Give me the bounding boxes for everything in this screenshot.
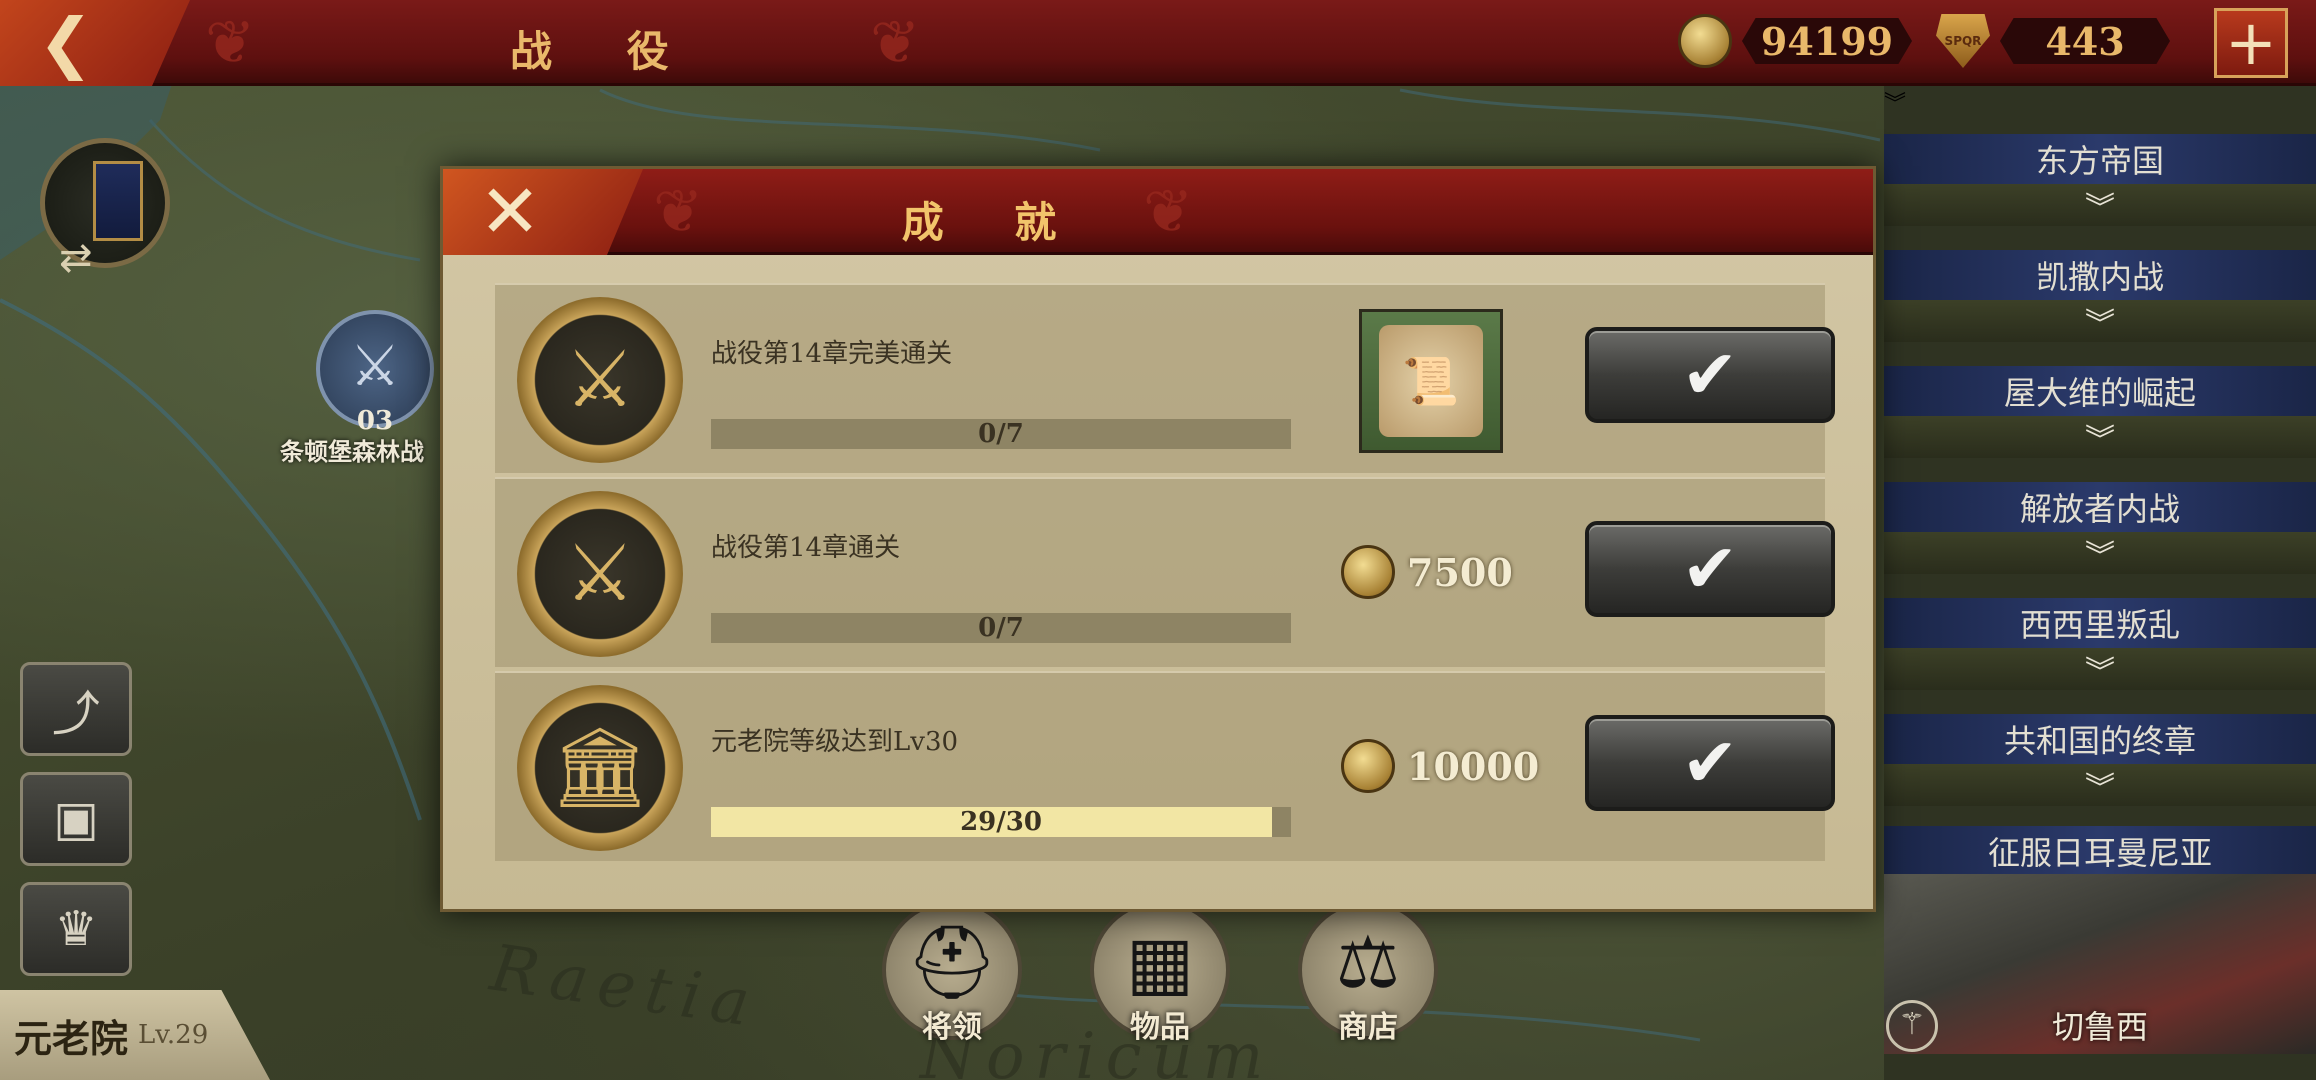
achievement-row: ⚔ 战役第14章通关 0/7 7500 ✔: [495, 477, 1835, 667]
battle-caption: 切鲁西: [2051, 1008, 2148, 1046]
reward-scroll[interactable]: 📜: [1359, 309, 1503, 453]
chapter-item[interactable]: 东方帝国 ︾: [1884, 134, 2316, 226]
back-arrow-icon: ❮: [38, 4, 94, 81]
generals-label: 将领: [922, 1010, 982, 1045]
claim-button[interactable]: ✔: [1585, 715, 1835, 811]
checkmark-icon: ✔: [1681, 335, 1739, 415]
trophy-button[interactable]: ♛: [20, 882, 132, 976]
share-icon: ⤴: [51, 686, 100, 742]
progress-bar: 0/7: [711, 419, 1291, 449]
chapter-title: 解放者内战: [1884, 482, 2316, 532]
treasure-chest-icon: ▣: [53, 791, 99, 847]
gold-coin-icon: [1678, 14, 1732, 68]
scales-icon: ⚖: [1335, 920, 1401, 1004]
achievement-row: 🏛 元老院等级达到Lv30 29/30 10000 ✔: [495, 671, 1835, 861]
eagle-swords-medal-icon: ⚔: [517, 297, 683, 463]
laurel-right-icon: ❦: [1143, 177, 1194, 247]
chevron-down-icon[interactable]: ︾: [1884, 532, 2316, 574]
reward-amount: 10000: [1407, 743, 1540, 789]
chapter-item[interactable]: 西西里叛乱 ︾: [1884, 598, 2316, 690]
chevron-down-icon[interactable]: ︾: [1884, 184, 2316, 226]
chapter-item-current[interactable]: 征服日耳曼尼亚: [1884, 826, 2316, 876]
claim-button[interactable]: ✔: [1585, 327, 1835, 423]
page-title: 战 役: [510, 27, 699, 76]
chapter-item[interactable]: 凯撒内战 ︾: [1884, 250, 2316, 342]
coin-reward: 7500: [1341, 545, 1513, 599]
close-button[interactable]: ✕: [443, 169, 643, 255]
achievement-label: 战役第14章完美通关: [711, 339, 953, 369]
legion-banner-button[interactable]: ⇄: [40, 138, 170, 281]
close-icon: ✕: [479, 169, 542, 255]
progress-text: 0/7: [978, 419, 1024, 449]
coins-value: 94199: [1742, 18, 1912, 64]
chapter-title: 西西里叛乱: [1884, 598, 2316, 648]
senate-name: 元老院: [14, 1015, 129, 1061]
chapter-title: 东方帝国: [1884, 134, 2316, 184]
chevron-down-icon[interactable]: ︾: [1884, 86, 2316, 117]
share-button[interactable]: ⤴: [20, 662, 132, 756]
chevron-down-icon[interactable]: ︾: [1884, 648, 2316, 690]
senate-temple-medal-icon: 🏛: [517, 685, 683, 851]
checkmark-icon: ✔: [1681, 723, 1739, 803]
chapter-title: 共和国的终章: [1884, 714, 2316, 764]
laurel-left-icon: ❦: [653, 177, 704, 247]
chapter-battle-image[interactable]: ⚚ 切鲁西: [1884, 874, 2316, 1054]
laurel-left-icon: ❦: [205, 8, 256, 78]
reward-amount: 7500: [1407, 549, 1513, 595]
laurel-right-icon: ❦: [870, 8, 921, 78]
achievement-row: ⚔ 战役第14章完美通关 0/7 📜 ✔: [495, 283, 1835, 473]
senate-level: Lv.29: [138, 1020, 209, 1050]
spqr-eagle-icon: SPQR: [1936, 14, 1990, 68]
checkmark-icon: ✔: [1681, 529, 1739, 609]
progress-text: 0/7: [978, 613, 1024, 643]
crossed-swords-icon: ⚔: [349, 334, 401, 399]
gold-coin-icon: [1341, 545, 1395, 599]
battle-node[interactable]: ⚔ 03: [316, 310, 434, 436]
chapter-item[interactable]: 解放者内战 ︾: [1884, 482, 2316, 574]
battle-node-label: 条顿堡森林战: [280, 437, 424, 466]
back-button[interactable]: ❮: [0, 0, 190, 86]
crossed-swords-medal-icon: ⚔: [517, 491, 683, 657]
chapter-title: 征服日耳曼尼亚: [1884, 826, 2316, 876]
spqr-counter: SPQR 443: [1936, 14, 2170, 68]
dialog-title: 成 就: [901, 198, 1085, 247]
achievement-label: 元老院等级达到Lv30: [711, 727, 959, 757]
chevron-down-icon[interactable]: ︾: [1884, 416, 2316, 458]
chapter-title: 屋大维的崛起: [1884, 366, 2316, 416]
claim-button[interactable]: ✔: [1585, 521, 1835, 617]
legion-flag-icon: [93, 161, 143, 241]
progress-bar: 29/30: [711, 807, 1291, 837]
spartan-helmet-icon: ⛑: [906, 920, 998, 1004]
trophy-icon: ♛: [54, 901, 98, 957]
chevron-down-icon[interactable]: ︾: [1884, 764, 2316, 806]
chevron-down-icon[interactable]: ︾: [1884, 300, 2316, 342]
coin-reward: 10000: [1341, 739, 1539, 793]
chapter-list[interactable]: ︾ 东方帝国 ︾ 凯撒内战 ︾ 屋大维的崛起 ︾ 解放者内战 ︾ 西西里叛乱 ︾…: [1884, 86, 2316, 1080]
shop-label: 商店: [1338, 1010, 1398, 1045]
top-bar: ❮ ❦ 战 役 ❦ 94199 SPQR 443 +: [0, 0, 2316, 86]
chapter-item[interactable]: 共和国的终章 ︾: [1884, 714, 2316, 806]
chapter-title: 凯撒内战: [1884, 250, 2316, 300]
progress-text: 29/30: [960, 807, 1042, 837]
chest-button[interactable]: ▣: [20, 772, 132, 866]
scroll-icon: 📜: [1379, 325, 1483, 437]
chest-icon: ▦: [1125, 920, 1195, 1004]
add-currency-button[interactable]: +: [2214, 8, 2288, 78]
spqr-value: 443: [2000, 18, 2170, 64]
coins-counter: 94199: [1678, 14, 1912, 68]
achievements-dialog: ✕ ❦ 成 就 ❦ ⚔ 战役第14章完美通关 0/7 📜 ✔ ⚔ 战役第14章通…: [440, 166, 1876, 912]
chapter-item[interactable]: 屋大维的崛起 ︾: [1884, 366, 2316, 458]
swap-icon: ⇄: [59, 235, 93, 281]
gold-coin-icon: [1341, 739, 1395, 793]
dialog-header: ✕ ❦ 成 就 ❦: [443, 169, 1873, 255]
progress-bar: 0/7: [711, 613, 1291, 643]
achievement-label: 战役第14章通关: [711, 533, 901, 563]
items-label: 物品: [1130, 1010, 1190, 1045]
